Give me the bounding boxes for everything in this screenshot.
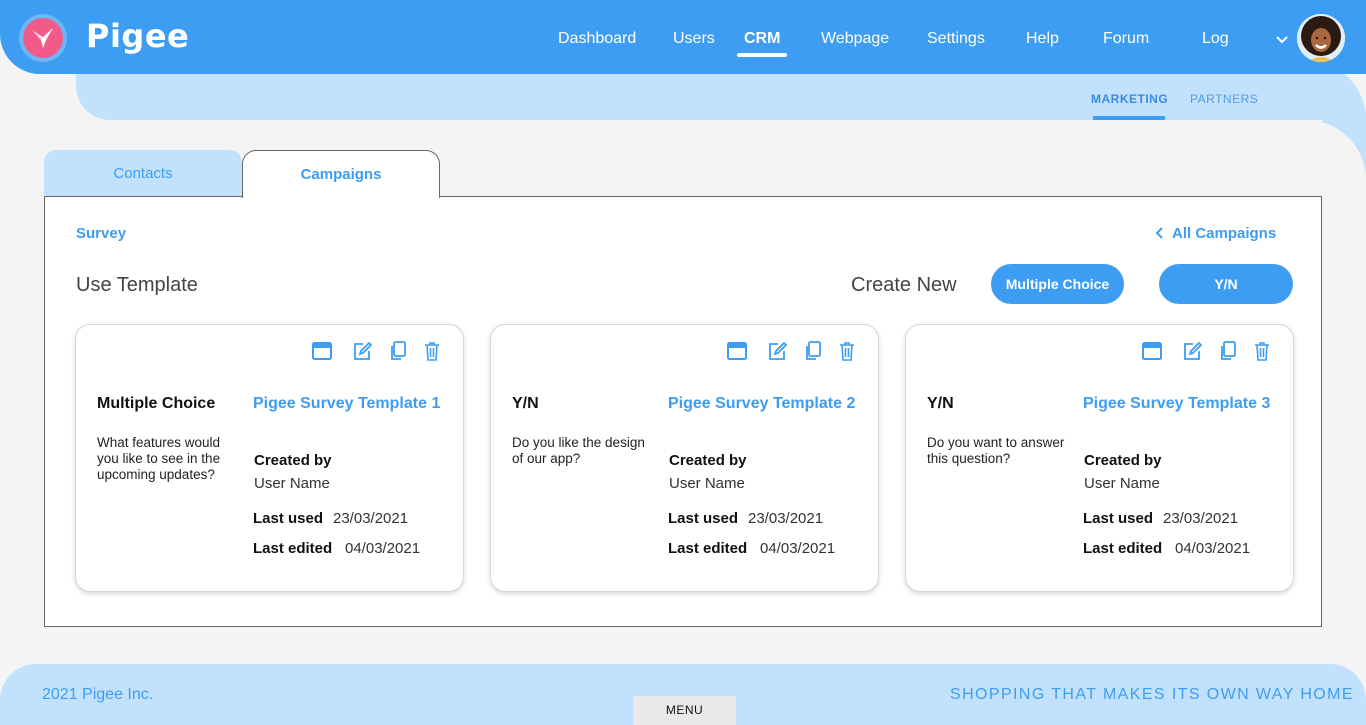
- subtab-marketing[interactable]: MARKETING: [1091, 92, 1168, 106]
- nav-active-indicator: [737, 53, 787, 57]
- created-by-value: User Name: [669, 475, 745, 492]
- card-type: Y/N: [927, 395, 954, 412]
- last-used-label: Last used: [668, 510, 739, 527]
- nav-forum[interactable]: Forum: [1103, 30, 1149, 48]
- card-question: Do you like the design of our app?: [512, 435, 645, 466]
- nav-dashboard[interactable]: Dashboard: [558, 30, 636, 48]
- last-used-value: 23/03/2021: [333, 510, 409, 527]
- created-by-label: Created by: [254, 452, 332, 469]
- card-title[interactable]: Pigee Survey Template 1: [253, 395, 440, 413]
- copy-icon[interactable]: [387, 340, 409, 362]
- all-campaigns-label: All Campaigns: [1172, 225, 1277, 242]
- card-type: Y/N: [512, 395, 539, 412]
- last-edited-value: 04/03/2021: [345, 540, 421, 557]
- subtab-partners[interactable]: PARTNERS: [1190, 92, 1258, 106]
- chevron-left-icon: [1155, 227, 1163, 239]
- nav-crm[interactable]: CRM: [744, 30, 780, 48]
- card-question: Do you want to answer this question?: [927, 435, 1065, 466]
- last-used-value: 23/03/2021: [1163, 510, 1239, 527]
- last-edited-label: Last edited: [1083, 540, 1163, 557]
- created-by-value: User Name: [1084, 475, 1160, 492]
- template-card[interactable]: Y/N Pigee Survey Template 2 Do you like …: [491, 325, 878, 591]
- create-yn-button[interactable]: Y/N: [1159, 264, 1293, 304]
- use-template-heading: Use Template: [76, 274, 198, 296]
- edit-icon[interactable]: [1181, 340, 1203, 362]
- template-card[interactable]: Y/N Pigee Survey Template 3 Do you want …: [906, 325, 1293, 591]
- logo[interactable]: [19, 14, 67, 62]
- nav-log[interactable]: Log: [1202, 30, 1229, 48]
- copy-icon[interactable]: [1217, 340, 1239, 362]
- window-icon[interactable]: [311, 340, 333, 362]
- create-multiple-choice-button[interactable]: Multiple Choice: [991, 264, 1124, 304]
- window-icon[interactable]: [1141, 340, 1163, 362]
- breadcrumb-survey[interactable]: Survey: [76, 225, 126, 242]
- nav-users[interactable]: Users: [673, 30, 715, 48]
- card-title[interactable]: Pigee Survey Template 2: [668, 395, 855, 413]
- last-edited-label: Last edited: [668, 540, 748, 557]
- menu-button[interactable]: MENU: [633, 696, 736, 725]
- created-by-label: Created by: [1084, 452, 1162, 469]
- nav-help[interactable]: Help: [1026, 30, 1059, 48]
- tab-campaigns[interactable]: Campaigns: [242, 150, 440, 198]
- copy-icon[interactable]: [802, 340, 824, 362]
- last-edited-value: 04/03/2021: [1175, 540, 1251, 557]
- footer-copyright: 2021 Pigee Inc.: [42, 686, 154, 703]
- card-question: What features would you like to see in t…: [97, 435, 221, 482]
- last-edited-value: 04/03/2021: [760, 540, 836, 557]
- tab-contacts[interactable]: Contacts: [44, 150, 242, 197]
- footer-tagline: SHOPPING THAT MAKES ITS OWN WAY HOME: [950, 686, 1354, 703]
- subtab-active-indicator: [1093, 116, 1165, 120]
- trash-icon[interactable]: [1251, 340, 1273, 362]
- last-used-label: Last used: [1083, 510, 1154, 527]
- edit-icon[interactable]: [351, 340, 373, 362]
- user-avatar[interactable]: [1297, 14, 1345, 62]
- bird-logo-icon: [23, 18, 63, 58]
- nav-settings[interactable]: Settings: [927, 30, 985, 48]
- edit-icon[interactable]: [766, 340, 788, 362]
- window-icon[interactable]: [726, 340, 748, 362]
- card-type: Multiple Choice: [97, 395, 216, 412]
- created-by-value: User Name: [254, 475, 330, 492]
- chevron-down-icon[interactable]: [1275, 33, 1289, 47]
- last-used-value: 23/03/2021: [748, 510, 824, 527]
- all-campaigns-link[interactable]: All Campaigns: [1155, 225, 1276, 242]
- subnav-band-tail: [1294, 110, 1366, 180]
- create-new-label: Create New: [851, 274, 957, 296]
- last-edited-label: Last edited: [253, 540, 333, 557]
- nav-webpage[interactable]: Webpage: [821, 30, 889, 48]
- created-by-label: Created by: [669, 452, 747, 469]
- last-used-label: Last used: [253, 510, 324, 527]
- card-title[interactable]: Pigee Survey Template 3: [1083, 395, 1270, 413]
- trash-icon[interactable]: [421, 340, 443, 362]
- template-card[interactable]: Multiple Choice Pigee Survey Template 1 …: [76, 325, 463, 591]
- brand-name[interactable]: Pigee: [86, 17, 189, 55]
- trash-icon[interactable]: [836, 340, 858, 362]
